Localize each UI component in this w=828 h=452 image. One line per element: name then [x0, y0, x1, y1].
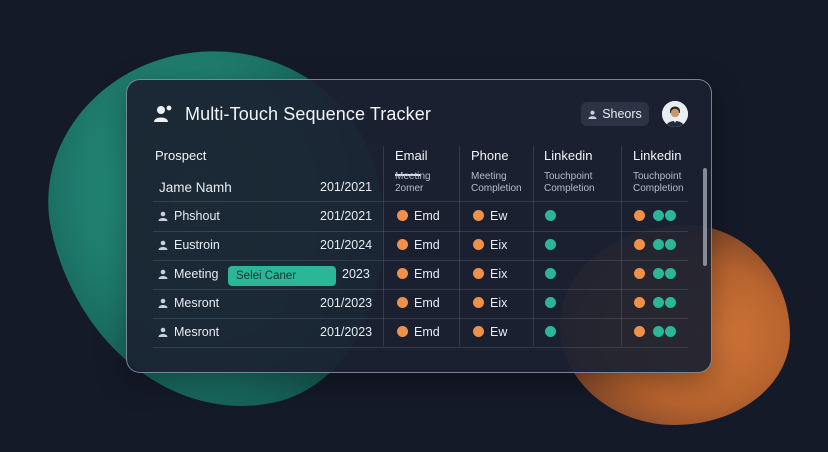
email-cell: Emd [414, 325, 440, 339]
prospect-name: Meeting [174, 267, 219, 281]
prospect-name: Mesront [174, 296, 220, 310]
prospect-date: 201/2021 [320, 209, 373, 223]
prospect-date: 2023 [342, 267, 370, 281]
prospect-name: Eustroin [174, 238, 220, 252]
linkedin-2-status-dot [653, 268, 664, 279]
linkedin-2-status-dot [653, 239, 664, 250]
linkedin-status-dot [545, 268, 556, 279]
linkedin-status-dot [545, 210, 556, 221]
table-row[interactable]: Eustroin 201/2024 Emd Eix [127, 231, 711, 260]
column-header-prospect[interactable]: Prospect [155, 148, 206, 163]
linkedin-2-subheader: Touchpoint Completion [633, 171, 684, 194]
email-cell: Emd [414, 209, 440, 223]
prospect-name: Phshout [174, 209, 220, 223]
prospect-name: Jame Namh [159, 180, 232, 195]
linkedin-status-dot [545, 326, 556, 337]
linkedin-2-status-dot [653, 326, 664, 337]
phone-cell: Ew [490, 209, 508, 223]
email-status-dot [397, 297, 408, 308]
linkedin-2-status-dot [634, 268, 645, 279]
column-header-linkedin[interactable]: Linkedin [544, 148, 592, 163]
linkedin-2-status-dot [665, 239, 676, 250]
email-status-dot [397, 239, 408, 250]
person-icon [158, 269, 168, 279]
linkedin-2-status-dot [665, 268, 676, 279]
prospect-date: 201/2021 [320, 180, 373, 194]
table-row[interactable]: Meeting Selei Caner 2023 Emd Eix [127, 260, 711, 289]
phone-cell: Ew [490, 325, 508, 339]
table-row[interactable]: Mesront 201/2023 Emd Eix [127, 289, 711, 318]
email-status-dot [397, 268, 408, 279]
phone-status-dot [473, 326, 484, 337]
linkedin-2-status-dot [634, 210, 645, 221]
phone-cell: Eix [490, 238, 508, 252]
person-icon [158, 327, 168, 337]
page-title: Multi-Touch Sequence Tracker [185, 104, 431, 124]
table-row[interactable]: Mesront 201/2023 Emd Ew [127, 318, 711, 347]
linkedin-2-status-dot [653, 210, 664, 221]
linkedin-subheader: Touchpoint Completion [544, 171, 595, 194]
person-icon [588, 110, 597, 119]
share-button[interactable]: Sheors [581, 102, 649, 126]
phone-cell: Eix [490, 267, 508, 281]
person-icon [158, 298, 168, 308]
user-avatar[interactable] [662, 101, 688, 127]
column-header-email[interactable]: Email [395, 148, 428, 163]
selected-tag[interactable]: Selei Caner [228, 266, 336, 286]
linkedin-2-status-dot [665, 210, 676, 221]
users-icon [154, 105, 172, 122]
vertical-scrollbar[interactable] [703, 168, 707, 266]
phone-subheader: Meeting Completion [471, 171, 522, 194]
phone-status-dot [473, 268, 484, 279]
linkedin-2-status-dot [653, 297, 664, 308]
column-header-linkedin-2[interactable]: Linkedin [633, 148, 681, 163]
column-header-phone[interactable]: Phone [471, 148, 509, 163]
email-subheader: Meeting 2omer [395, 171, 431, 194]
linkedin-2-status-dot [634, 326, 645, 337]
linkedin-2-status-dot [634, 297, 645, 308]
phone-status-dot [473, 297, 484, 308]
linkedin-2-status-dot [665, 297, 676, 308]
prospect-date: 201/2024 [320, 238, 373, 252]
person-icon [158, 240, 168, 250]
prospect-date: 201/2023 [320, 325, 373, 339]
tracker-panel: Multi-Touch Sequence Tracker Sheors Pros… [126, 79, 712, 373]
row-divider [153, 347, 688, 348]
email-cell: Emd [414, 238, 440, 252]
phone-status-dot [473, 239, 484, 250]
phone-cell: Eix [490, 296, 508, 310]
phone-status-dot [473, 210, 484, 221]
table-row[interactable]: Phshout 201/2021 Emd Ew [127, 202, 711, 231]
person-icon [158, 211, 168, 221]
linkedin-2-status-dot [665, 326, 676, 337]
prospect-name: Mesront [174, 325, 220, 339]
email-cell: Emd [414, 296, 440, 310]
email-status-dot [397, 326, 408, 337]
share-button-label: Sheors [602, 107, 642, 121]
prospect-date: 201/2023 [320, 296, 373, 310]
email-cell: Emd [414, 267, 440, 281]
linkedin-status-dot [545, 297, 556, 308]
email-status-dot [397, 210, 408, 221]
linkedin-2-status-dot [634, 239, 645, 250]
linkedin-status-dot [545, 239, 556, 250]
